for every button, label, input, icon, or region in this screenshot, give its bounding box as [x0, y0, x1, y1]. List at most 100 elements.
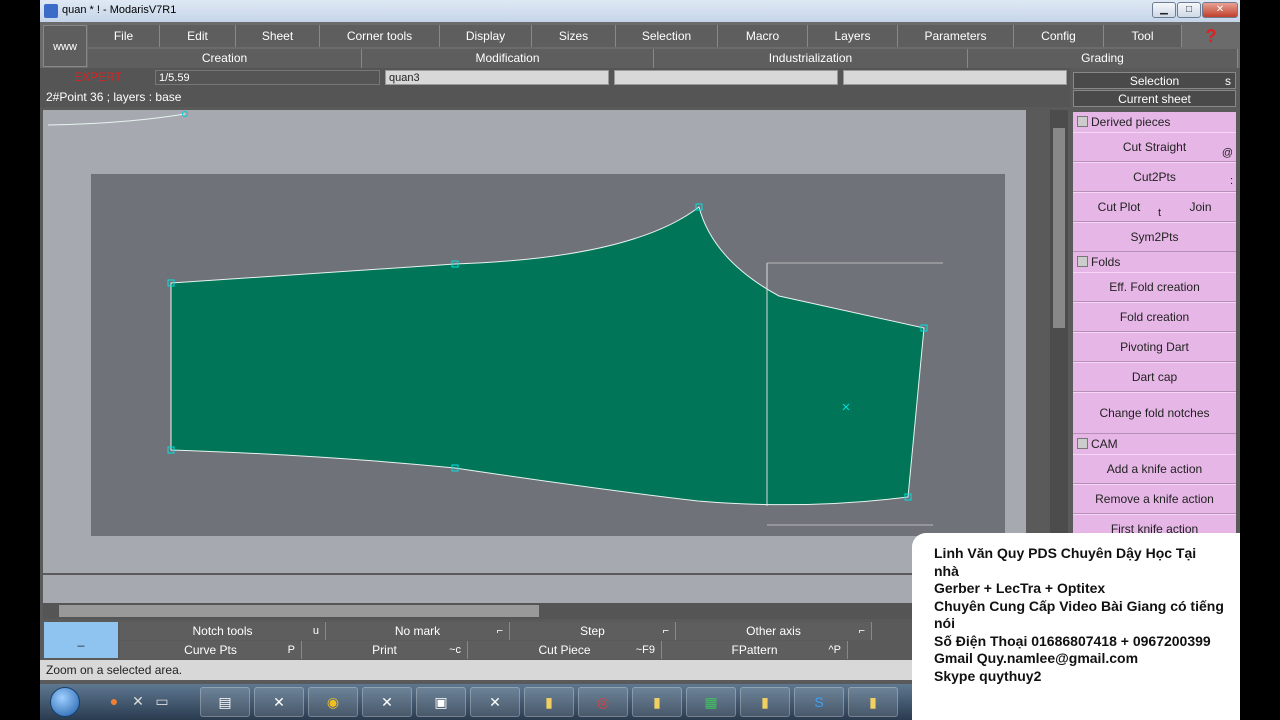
add-knife-action-button[interactable]: Add a knife action — [1073, 454, 1236, 484]
notepad-icon[interactable]: ▮ — [740, 687, 790, 717]
notch-tools-label: Notch tools — [192, 624, 253, 638]
shortcut-label: P — [287, 644, 295, 656]
maximize-button[interactable]: □ — [1177, 2, 1201, 18]
section-checkbox[interactable] — [1077, 256, 1088, 267]
overlay-line: Linh Văn Quy PDS Chuyên Dậy Học Tại nhà — [934, 545, 1197, 579]
opera-icon[interactable]: ◎ — [578, 687, 628, 717]
menu-display[interactable]: Display — [440, 25, 532, 47]
info-bar: EXPERT 1/5.59 quan3 — [40, 68, 1070, 88]
horizontal-scrollbar[interactable] — [43, 603, 1050, 619]
dart-cap-button[interactable]: Dart cap — [1073, 362, 1236, 392]
start-button[interactable] — [50, 687, 80, 717]
print-label: Print — [372, 643, 397, 657]
step-button[interactable]: Step ⌐ — [510, 622, 676, 640]
explorer-icon[interactable]: ▤ — [200, 687, 250, 717]
www-button[interactable]: www — [43, 25, 87, 67]
contact-overlay: Linh Văn Quy PDS Chuyên Dậy Học Tại nhà … — [912, 533, 1240, 720]
change-fold-notches-button[interactable]: Change fold notches — [1073, 392, 1236, 434]
fpattern-button[interactable]: FPattern ^P — [662, 641, 848, 659]
drawing-canvas[interactable] — [43, 110, 1026, 573]
fold-creation-button[interactable]: Fold creation — [1073, 302, 1236, 332]
menu-config[interactable]: Config — [1014, 25, 1104, 47]
section-folds[interactable]: Folds — [1073, 252, 1236, 272]
monitor-icon[interactable]: ▭ — [150, 687, 174, 717]
section-title: CAM — [1091, 437, 1118, 451]
shortcut-label: : — [1229, 175, 1233, 187]
submenu-grading[interactable]: Grading — [968, 49, 1238, 68]
print-button[interactable]: Print ~c — [302, 641, 468, 659]
section-title: Folds — [1091, 255, 1121, 269]
pivoting-dart-button[interactable]: Pivoting Dart — [1073, 332, 1236, 362]
chrome-icon[interactable]: ◉ — [308, 687, 358, 717]
eff-fold-creation-button[interactable]: Eff. Fold creation — [1073, 272, 1236, 302]
submenu-industrialization[interactable]: Industrialization — [654, 49, 968, 68]
submenu-creation[interactable]: Creation — [88, 49, 362, 68]
current-sheet-header[interactable]: Current sheet — [1073, 90, 1236, 107]
no-mark-label: No mark — [394, 624, 441, 638]
menu-parameters[interactable]: Parameters — [898, 25, 1014, 47]
modaris-icon[interactable]: ✕ — [254, 687, 304, 717]
cut-straight-button[interactable]: Cut Straight @ — [1073, 132, 1236, 162]
info-field-4[interactable] — [843, 70, 1067, 85]
info-field-3[interactable] — [614, 70, 838, 85]
scale-field[interactable]: 1/5.59 — [155, 70, 380, 85]
modaris-icon[interactable]: ✕ — [470, 687, 520, 717]
menu-tool[interactable]: Tool — [1104, 25, 1182, 47]
minimize-button[interactable]: ▁ — [1152, 2, 1176, 18]
menu-sizes[interactable]: Sizes — [532, 25, 616, 47]
blank-tool-button[interactable]: _ — [44, 622, 118, 658]
skype-icon[interactable]: S — [794, 687, 844, 717]
cut-plot-button[interactable]: Cut Plot t — [1073, 192, 1165, 222]
section-cam[interactable]: CAM — [1073, 434, 1236, 454]
overlay-line: Skype quythuy2 — [934, 667, 1042, 684]
help-icon[interactable]: ? — [1196, 25, 1226, 47]
other-axis-button[interactable]: Other axis ⌐ — [676, 622, 872, 640]
partial-piece-curve — [47, 113, 186, 126]
dropdown-icon: ⌐ — [662, 625, 669, 637]
cut-piece-label: Cut Piece — [538, 643, 591, 657]
vertical-scrollbar[interactable] — [1050, 110, 1068, 573]
menu-corner-tools[interactable]: Corner tools — [320, 25, 440, 47]
horizontal-scroll-thumb[interactable] — [59, 605, 539, 617]
notepad-icon[interactable]: ▮ — [848, 687, 898, 717]
excel-icon[interactable]: ▦ — [686, 687, 736, 717]
notepad-icon[interactable]: ▮ — [632, 687, 682, 717]
cut2pts-label: Cut2Pts — [1133, 170, 1176, 184]
selection-header[interactable]: Selection s — [1073, 72, 1236, 89]
cut2pts-button[interactable]: Cut2Pts : — [1073, 162, 1236, 192]
menu-file[interactable]: File — [88, 25, 160, 47]
cut-piece-button[interactable]: Cut Piece ~F9 — [468, 641, 662, 659]
join-button[interactable]: Join — [1165, 192, 1236, 222]
menu-edit[interactable]: Edit — [160, 25, 236, 47]
menu-layers[interactable]: Layers — [808, 25, 898, 47]
shortcut-label: u — [312, 625, 319, 637]
piece-name-field[interactable]: quan3 — [385, 70, 609, 85]
canvas-bottom-area — [43, 575, 1050, 603]
expert-mode-label: EXPERT — [74, 70, 122, 84]
close-button[interactable]: ✕ — [1202, 2, 1238, 18]
window-title: quan * ! - ModarisV7R1 — [62, 4, 177, 16]
section-checkbox[interactable] — [1077, 116, 1088, 127]
section-derived-pieces[interactable]: Derived pieces — [1073, 112, 1236, 132]
menu-selection[interactable]: Selection — [616, 25, 718, 47]
overlay-line: Gerber + LecTra + Optitex — [934, 580, 1106, 596]
modaris-icon[interactable]: ✕ — [362, 687, 412, 717]
menu-sheet[interactable]: Sheet — [236, 25, 320, 47]
submenu-modification[interactable]: Modification — [362, 49, 654, 68]
app-icon — [44, 4, 58, 18]
fpattern-label: FPattern — [731, 643, 778, 657]
sym2pts-button[interactable]: Sym2Pts — [1073, 222, 1236, 252]
curve-pts-button[interactable]: Curve Pts P — [120, 641, 302, 659]
folder-icon[interactable]: ▣ — [416, 687, 466, 717]
section-checkbox[interactable] — [1077, 438, 1088, 449]
remove-knife-action-button[interactable]: Remove a knife action — [1073, 484, 1236, 514]
status-line: 2#Point 36 ; layers : base — [40, 88, 1070, 107]
firefox-icon[interactable]: ● — [102, 687, 126, 717]
selection-shortcut: s — [1225, 74, 1231, 88]
close-app-icon[interactable]: ✕ — [126, 687, 150, 717]
menu-macro[interactable]: Macro — [718, 25, 808, 47]
no-mark-button[interactable]: No mark ⌐ — [326, 622, 510, 640]
vertical-scroll-thumb[interactable] — [1053, 128, 1065, 328]
notepad-icon[interactable]: ▮ — [524, 687, 574, 717]
notch-tools-button[interactable]: Notch tools u — [120, 622, 326, 640]
